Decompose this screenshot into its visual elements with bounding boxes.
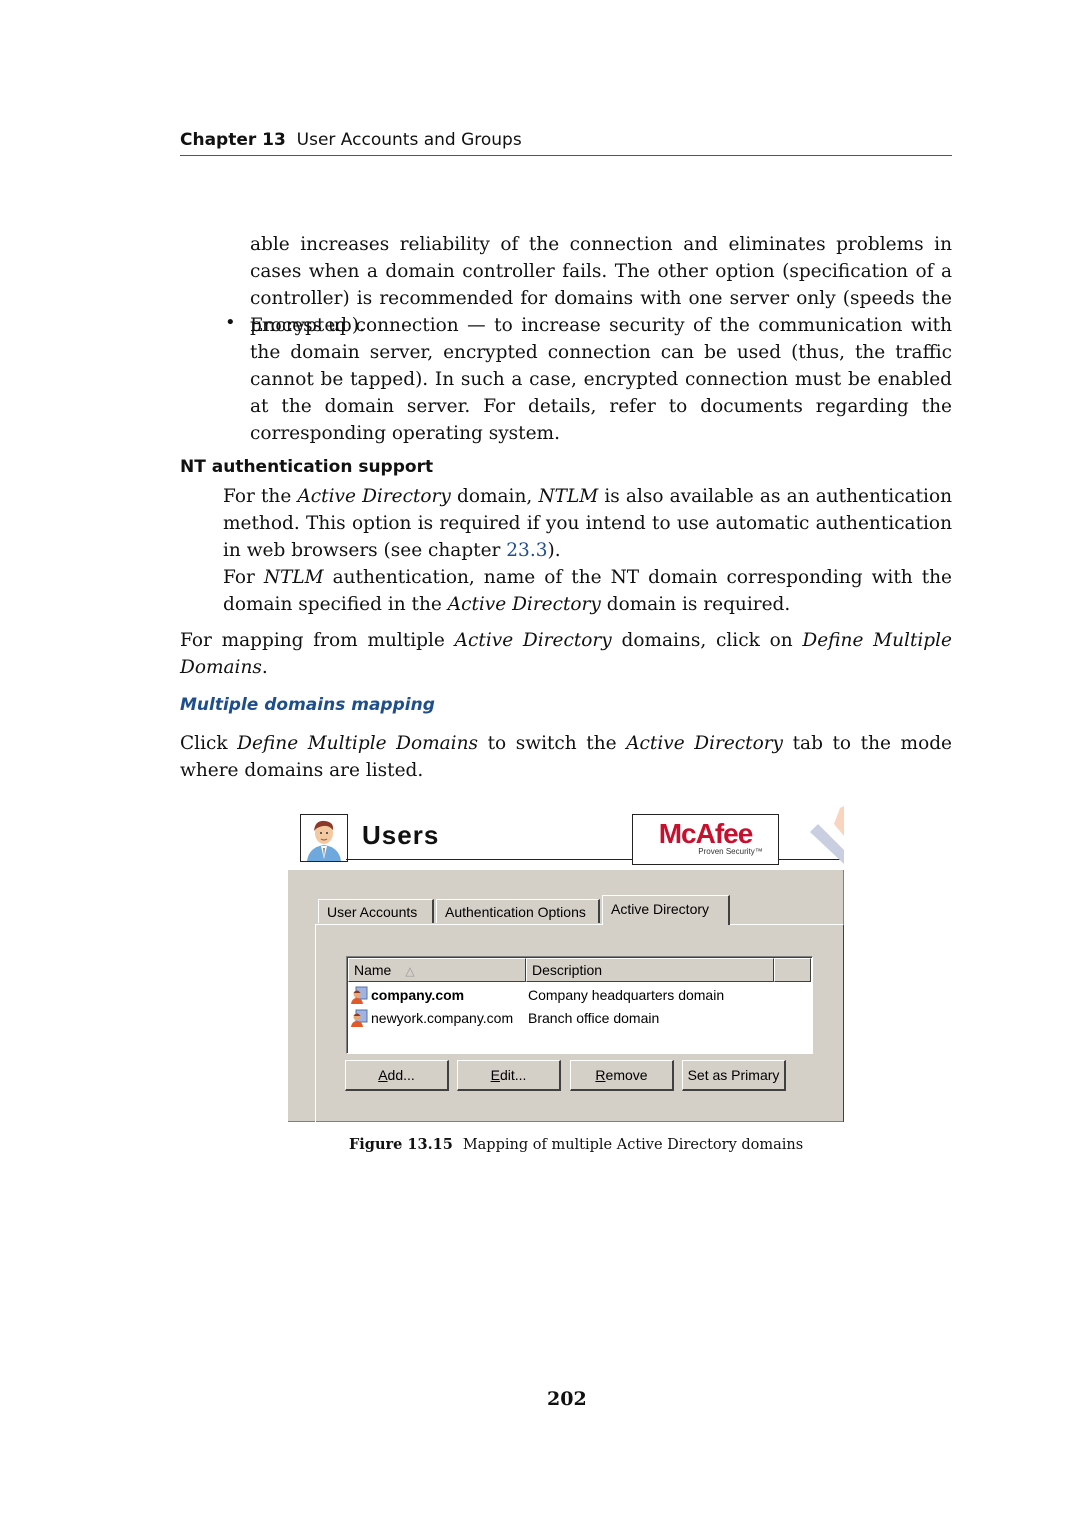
- add-button[interactable]: Add...: [345, 1060, 449, 1091]
- text: For the: [223, 486, 298, 507]
- set-as-primary-button[interactable]: Set as Primary: [682, 1060, 786, 1091]
- mapping-paragraph: For mapping from multiple Active Directo…: [180, 627, 952, 681]
- text: For mapping from multiple: [180, 630, 455, 651]
- text: domain is required.: [600, 594, 791, 615]
- domain-name: newyork.company.com: [371, 1010, 514, 1026]
- text: .: [261, 657, 268, 678]
- logo-tagline: Proven Security™: [698, 847, 763, 856]
- text: domain,: [450, 486, 539, 507]
- figure-caption: Figure 13.15 Mapping of multiple Active D…: [349, 1136, 803, 1153]
- term-active-directory: Active Directory: [297, 486, 451, 507]
- decorative-swoosh-icon: [810, 806, 844, 864]
- figure-label: Figure 13.15: [349, 1136, 453, 1153]
- term-active-directory: Active Directory: [626, 733, 784, 754]
- nt-auth-paragraph-2: For NTLM authentication, name of the NT …: [223, 564, 952, 618]
- edit-button[interactable]: Edit...: [457, 1060, 561, 1091]
- term-define-multiple-domains: Define Multiple Domains: [237, 733, 479, 754]
- mnemonic: A: [378, 1067, 388, 1083]
- page-number: 202: [547, 1388, 587, 1410]
- figure-screenshot: Users McAfee Proven Security™ User Accou…: [288, 806, 844, 1122]
- users-avatar-icon: [300, 814, 348, 862]
- domain-description: Company headquarters domain: [528, 987, 725, 1003]
- chapter-title: User Accounts and Groups: [296, 130, 522, 150]
- subsection-paragraph: Click Define Multiple Domains to switch …: [180, 730, 952, 784]
- text: Click: [180, 733, 238, 754]
- column-header-empty[interactable]: [774, 958, 811, 982]
- mnemonic: E: [490, 1067, 500, 1083]
- term-active-directory: Active Directory: [447, 594, 601, 615]
- column-header-name[interactable]: Name △: [348, 958, 526, 982]
- tab-active-directory[interactable]: Active Directory: [602, 895, 730, 925]
- column-name-label: Name: [354, 962, 392, 978]
- label: Set as Primary: [687, 1067, 780, 1083]
- nt-auth-heading: NT authentication support: [180, 457, 434, 477]
- text: to switch the: [478, 733, 627, 754]
- mcafee-logo: McAfee Proven Security™: [632, 814, 779, 865]
- remove-button[interactable]: Remove: [570, 1060, 674, 1091]
- tab-authentication-options[interactable]: Authentication Options: [436, 899, 600, 923]
- nt-auth-paragraph-1: For the Active Directory domain, NTLM is…: [223, 483, 952, 564]
- dialog-title: Users: [362, 820, 440, 850]
- label: dit...: [499, 1067, 527, 1083]
- logo-wordmark: McAfee: [658, 818, 754, 849]
- domain-user-icon: [351, 986, 368, 1004]
- list-item[interactable]: company.com Company headquarters domain: [350, 984, 810, 1006]
- term-active-directory: Active Directory: [454, 630, 612, 651]
- dialog-body: User Accounts Authentication Options Act…: [288, 870, 844, 1122]
- caption-text: Mapping of multiple Active Directory dom…: [462, 1137, 804, 1153]
- list-item[interactable]: newyork.company.com Branch office domain: [350, 1007, 810, 1029]
- column-header-description[interactable]: Description: [526, 958, 774, 982]
- term-ntlm: NTLM: [538, 486, 599, 507]
- text: ).: [547, 540, 561, 561]
- bullet-marker: •: [225, 312, 236, 333]
- label: emove: [605, 1067, 648, 1083]
- domain-description: Branch office domain: [528, 1010, 660, 1026]
- chapter-link[interactable]: 23.3: [506, 540, 547, 561]
- running-head: Chapter 13 User Accounts and Groups: [180, 130, 952, 156]
- tab-user-accounts[interactable]: User Accounts: [318, 899, 434, 923]
- sort-ascending-icon: △: [405, 964, 415, 978]
- term-ntlm: NTLM: [263, 567, 324, 588]
- text: For: [223, 567, 264, 588]
- dialog-header: Users McAfee Proven Security™: [288, 806, 844, 870]
- text: domains, click on: [611, 630, 803, 651]
- domain-name: company.com: [371, 987, 465, 1003]
- domain-user-icon: [351, 1009, 368, 1027]
- bullet-encrypted-connection: Encrypted connection — to increase secur…: [250, 315, 952, 444]
- subsection-heading: Multiple domains mapping: [180, 695, 435, 715]
- label: dd...: [387, 1067, 415, 1083]
- domains-list[interactable]: Name △ Description company.com Company he…: [346, 956, 813, 1054]
- chapter-label: Chapter 13: [180, 130, 286, 150]
- mnemonic: R: [595, 1067, 606, 1083]
